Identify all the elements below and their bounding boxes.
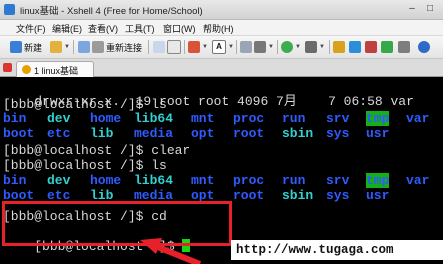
arrow-head — [140, 238, 162, 254]
watermark-url: http://www.tugaga.com — [231, 240, 443, 260]
annotation-arrow — [140, 238, 202, 264]
arrow-shaft — [153, 243, 202, 264]
